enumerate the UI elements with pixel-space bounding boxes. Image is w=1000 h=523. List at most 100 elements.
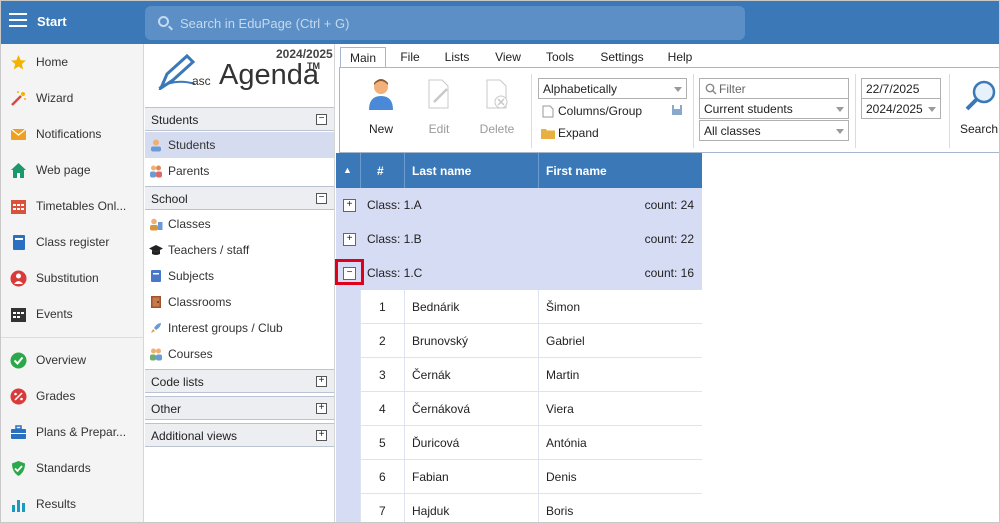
nav-item-web-page[interactable]: Web page	[1, 153, 143, 187]
check-circle-icon	[10, 352, 27, 369]
chevron-down-icon	[836, 107, 844, 112]
sub-item-teachers[interactable]: Teachers / staff	[145, 237, 334, 263]
section-students[interactable]: Students −	[145, 107, 334, 131]
classes-select[interactable]: All classes	[699, 120, 849, 141]
table-row[interactable]: 4 Černáková Viera	[336, 392, 702, 426]
sub-item-interest-groups[interactable]: Interest groups / Club	[145, 315, 334, 341]
nav-item-wizard[interactable]: Wizard	[1, 81, 143, 115]
search-placeholder: Search in EduPage (Ctrl + G)	[180, 16, 350, 31]
collapse-group-icon[interactable]: −	[343, 267, 356, 280]
sub-item-parents[interactable]: Parents	[145, 158, 334, 184]
columns-group-button[interactable]: Columns/Group	[540, 102, 680, 120]
save-icon[interactable]	[671, 104, 683, 116]
section-additional-views[interactable]: Additional views +	[145, 423, 334, 447]
search-icon	[158, 16, 169, 27]
column-header-last-name[interactable]: Last name	[404, 153, 538, 188]
group-row-class-1a[interactable]: + Class: 1.A count: 24	[336, 188, 702, 222]
search-input[interactable]: Search in EduPage (Ctrl + G)	[145, 6, 745, 40]
nav-item-label: Plans & Prepar...	[36, 425, 127, 439]
sub-item-label: Teachers / staff	[168, 243, 250, 257]
collapse-icon[interactable]: −	[316, 114, 327, 125]
date-input[interactable]: 22/7/2025	[861, 78, 941, 99]
table-row[interactable]: 7 Hajduk Boris	[336, 494, 702, 522]
cell-number: 6	[360, 460, 404, 494]
tab-view[interactable]: View	[488, 47, 528, 67]
shield-check-icon	[12, 461, 25, 476]
filter-input[interactable]: Filter	[699, 78, 849, 99]
column-header-first-name[interactable]: First name	[538, 153, 702, 188]
nav-item-events[interactable]: Events	[1, 297, 143, 331]
expand-icon[interactable]: +	[316, 430, 327, 441]
nav-item-label: Overview	[36, 353, 87, 367]
table-row[interactable]: 5 Ďuricová Antónia	[336, 426, 702, 460]
chevron-down-icon	[928, 107, 936, 112]
column-header-number[interactable]: #	[360, 153, 404, 188]
section-school[interactable]: School −	[145, 186, 334, 210]
expand-group-icon[interactable]: +	[343, 199, 356, 212]
column-header-label: #	[377, 164, 384, 178]
expand-icon[interactable]: +	[316, 403, 327, 414]
collapse-icon[interactable]: −	[316, 193, 327, 204]
hamburger-menu-icon[interactable]	[9, 13, 27, 29]
nav-item-standards[interactable]: Standards	[1, 451, 143, 485]
start-label[interactable]: Start	[37, 14, 67, 29]
year-select-value: 2024/2025	[866, 102, 923, 116]
search-button[interactable]: Search	[956, 76, 999, 136]
sort-select[interactable]: Alphabetically	[538, 78, 687, 99]
section-other[interactable]: Other +	[145, 396, 334, 420]
delete-button[interactable]: Delete	[472, 76, 522, 136]
nav-item-overview[interactable]: Overview	[1, 343, 143, 377]
sort-toggle[interactable]: ▲	[336, 153, 360, 188]
sub-item-classrooms[interactable]: Classrooms	[145, 289, 334, 315]
logo-asc: asc	[192, 74, 211, 88]
new-person-icon	[369, 79, 393, 110]
tab-tools[interactable]: Tools	[539, 47, 581, 67]
nav-item-label: Substitution	[36, 271, 99, 285]
sub-item-classes[interactable]: Classes	[145, 211, 334, 237]
logo-name: Agenda	[219, 59, 319, 91]
table-row[interactable]: 2 Brunovský Gabriel	[336, 324, 702, 358]
section-code-lists[interactable]: Code lists +	[145, 369, 334, 393]
student-icon	[151, 139, 161, 152]
nav-item-notifications[interactable]: Notifications	[1, 117, 143, 151]
group-row-class-1c[interactable]: − Class: 1.C count: 16	[336, 256, 702, 290]
expand-button[interactable]: Expand	[540, 124, 620, 142]
year-select[interactable]: 2024/2025	[861, 98, 941, 119]
students-select-value: Current students	[704, 102, 793, 116]
nav-item-timetables[interactable]: Timetables Onl...	[1, 189, 143, 223]
table-row[interactable]: 1 Bednárik Šimon	[336, 290, 702, 324]
nav-item-results[interactable]: Results	[1, 487, 143, 521]
sub-item-students[interactable]: Students	[145, 132, 334, 158]
sub-item-subjects[interactable]: Subjects	[145, 263, 334, 289]
tab-settings[interactable]: Settings	[594, 47, 650, 67]
expand-icon[interactable]: +	[316, 376, 327, 387]
nav-item-class-register[interactable]: Class register	[1, 225, 143, 259]
sub-item-label: Subjects	[168, 269, 215, 283]
magnifier-icon	[965, 80, 996, 111]
nav-item-plans[interactable]: Plans & Prepar...	[1, 415, 143, 449]
group-indent	[336, 392, 360, 426]
students-select[interactable]: Current students	[699, 98, 849, 119]
nav-item-substitution[interactable]: Substitution	[1, 261, 143, 295]
graduation-cap-icon	[149, 245, 163, 255]
new-button[interactable]: New	[356, 76, 406, 136]
edit-button[interactable]: Edit	[414, 76, 464, 136]
bar-chart-icon	[12, 500, 25, 512]
nav-item-home[interactable]: Home	[1, 45, 143, 79]
events-calendar-icon	[11, 308, 26, 322]
cell-number: 7	[360, 494, 404, 522]
classes-select-value: All classes	[704, 124, 761, 138]
tab-lists[interactable]: Lists	[437, 47, 477, 67]
tab-main[interactable]: Main	[340, 47, 386, 67]
table-row[interactable]: 3 Černák Martin	[336, 358, 702, 392]
sub-item-label: Interest groups / Club	[168, 321, 283, 335]
ribbon-divider	[855, 74, 856, 148]
group-row-class-1b[interactable]: + Class: 1.B count: 22	[336, 222, 702, 256]
sub-item-courses[interactable]: Courses	[145, 341, 334, 367]
nav-item-grades[interactable]: Grades	[1, 379, 143, 413]
module-panel: 2024/2025 asc Agenda TM Students − Stude…	[145, 44, 335, 522]
tab-file[interactable]: File	[392, 47, 428, 67]
tab-help[interactable]: Help	[661, 47, 699, 67]
table-row[interactable]: 6 Fabian Denis	[336, 460, 702, 494]
expand-group-icon[interactable]: +	[343, 233, 356, 246]
